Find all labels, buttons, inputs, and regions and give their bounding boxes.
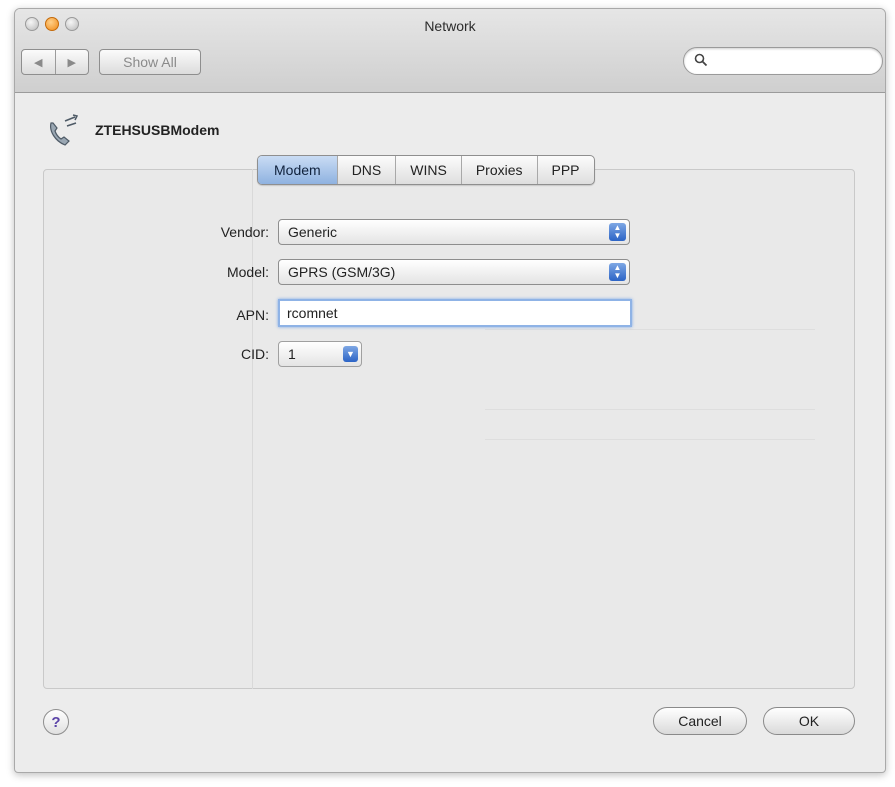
search-input[interactable]: [712, 51, 872, 71]
faded-divider: [485, 329, 815, 330]
cid-combobox[interactable]: 1 ▼: [278, 341, 362, 367]
cancel-button[interactable]: Cancel: [653, 707, 747, 735]
tab-ppp[interactable]: PPP: [536, 156, 594, 184]
background-sidebar: [43, 169, 253, 689]
updown-arrows-icon: ▲ ▼: [609, 263, 626, 281]
window-title: Network: [424, 18, 476, 34]
ok-button[interactable]: OK: [763, 707, 855, 735]
apn-field[interactable]: rcomnet: [278, 299, 632, 327]
show-all-button[interactable]: Show All: [99, 49, 201, 75]
model-value: GPRS (GSM/3G): [288, 264, 396, 280]
tab-bar: Modem DNS WINS Proxies PPP: [257, 155, 595, 185]
tab-wins[interactable]: WINS: [395, 156, 461, 184]
updown-arrows-icon: ▲ ▼: [609, 223, 626, 241]
search-field[interactable]: [683, 47, 883, 75]
chevron-down-icon: ▼: [343, 346, 358, 362]
help-button[interactable]: ?: [43, 709, 69, 735]
back-button[interactable]: ◀: [22, 50, 55, 74]
forward-arrow-icon: ▶: [67, 56, 76, 69]
tab-dns[interactable]: DNS: [336, 156, 396, 184]
faded-divider: [485, 409, 815, 410]
apn-value: rcomnet: [287, 305, 338, 321]
search-icon: [694, 53, 708, 67]
cid-value: 1: [288, 346, 296, 362]
vendor-label: Vendor:: [220, 224, 269, 240]
model-label: Model:: [226, 264, 269, 280]
model-popup[interactable]: GPRS (GSM/3G) ▲ ▼: [278, 259, 630, 285]
vendor-value: Generic: [288, 224, 338, 240]
network-preferences-window: Network ◀ ▶ Show All ZTEHSUSBModem Modem…: [14, 8, 886, 773]
phone-modem-icon: [50, 114, 79, 146]
faded-divider: [485, 439, 815, 440]
back-arrow-icon: ◀: [34, 56, 43, 69]
device-name: ZTEHSUSBModem: [95, 122, 220, 138]
tab-modem[interactable]: Modem: [258, 156, 337, 184]
navigation-buttons: ◀ ▶: [21, 49, 89, 75]
tab-proxies[interactable]: Proxies: [460, 156, 537, 184]
apn-label: APN:: [236, 307, 269, 323]
title-bar[interactable]: Network ◀ ▶ Show All: [15, 9, 885, 93]
forward-button[interactable]: ▶: [54, 50, 89, 74]
help-icon: ?: [51, 713, 61, 731]
cid-label: CID:: [241, 346, 269, 362]
vendor-popup[interactable]: Generic ▲ ▼: [278, 219, 630, 245]
